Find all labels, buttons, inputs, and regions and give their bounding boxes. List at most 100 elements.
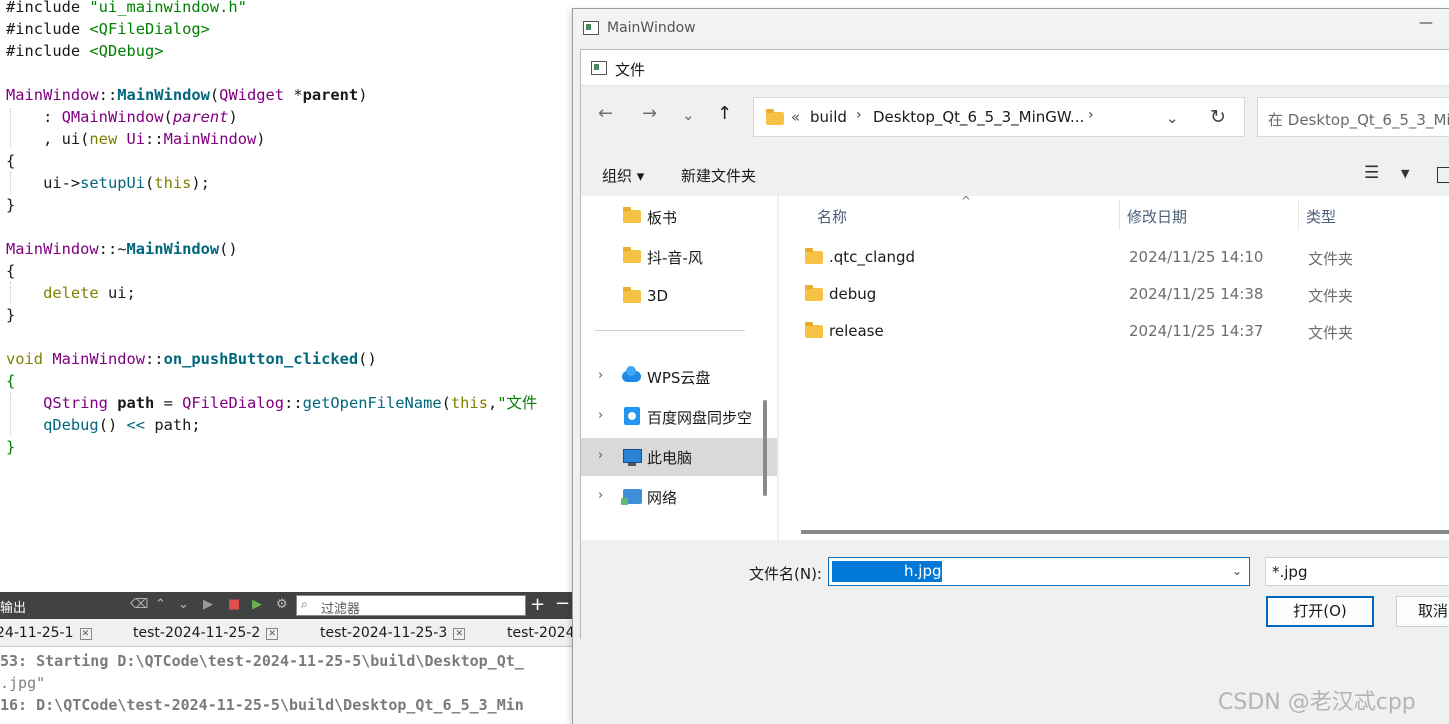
nav-item-folder[interactable]: 抖-音-风 xyxy=(581,238,777,276)
code-line: MainWindow::~MainWindow() xyxy=(6,240,238,258)
nav-scrollbar[interactable] xyxy=(763,400,767,496)
code-line: } xyxy=(6,196,16,214)
close-icon[interactable]: ✕ xyxy=(453,628,466,640)
minimize-button[interactable]: — xyxy=(1419,15,1433,31)
output-tab[interactable]: test-2024-11-25-3 ✕ xyxy=(320,625,466,641)
run-icon[interactable]: ▶ xyxy=(203,597,213,612)
open-button[interactable]: 打开(O) xyxy=(1266,596,1374,627)
folder-icon xyxy=(623,207,641,223)
code-line: , ui(new Ui::MainWindow) xyxy=(6,130,266,148)
column-divider[interactable] xyxy=(1119,200,1120,230)
view-dropdown-icon[interactable]: ▼ xyxy=(1401,167,1409,180)
folder-icon xyxy=(805,322,823,338)
main-window: MainWindow — 文件 ← → ⌄ ↑ « build › Deskto… xyxy=(572,8,1449,724)
forward-icon[interactable]: → xyxy=(642,103,657,124)
nav-item-label: 3D xyxy=(647,287,669,305)
folder-icon xyxy=(805,285,823,301)
file-row[interactable]: .qtc_clangd 2024/11/25 14:10 文件夹 xyxy=(779,240,1449,277)
up-arrow-icon[interactable]: ↑ xyxy=(717,103,732,124)
command-bar: 组织 ▾ 新建文件夹 ☰ ▼ xyxy=(581,154,1449,194)
code-line: } xyxy=(6,438,16,456)
new-folder-button[interactable]: 新建文件夹 xyxy=(681,165,756,186)
nav-item-label: WPS云盘 xyxy=(647,369,711,387)
filename-label: 文件名(N): xyxy=(749,565,822,583)
main-window-title: MainWindow xyxy=(607,20,696,36)
nav-item-network[interactable]: › 网络 xyxy=(581,478,777,516)
column-header-name[interactable]: 名称 xyxy=(817,206,847,227)
file-name: release xyxy=(829,322,884,340)
code-editor[interactable]: #include "ui_mainwindow.h" #include <QFi… xyxy=(0,0,572,592)
nav-item-baidu-sync[interactable]: › 百度网盘同步空 xyxy=(581,398,777,436)
output-line: 16: D:\QTCode\test-2024-11-25-5\build\De… xyxy=(0,696,524,714)
file-list[interactable]: ^ 名称 修改日期 类型 .qtc_clangd 2024/11/25 14:1… xyxy=(779,196,1449,540)
chevron-down-icon[interactable]: ⌄ xyxy=(178,597,189,612)
output-tab-label: 24-11-25-1 xyxy=(0,625,74,641)
close-icon[interactable]: ✕ xyxy=(266,628,279,640)
filename-input[interactable]: h.jpg ⌄ xyxy=(828,557,1250,586)
chevron-up-icon[interactable]: ⌃ xyxy=(155,597,166,612)
breadcrumb-item[interactable]: Desktop_Qt_6_5_3_MinGW... xyxy=(873,108,1084,126)
output-log[interactable]: 53: Starting D:\QTCode\test-2024-11-25-5… xyxy=(0,647,572,724)
address-bar[interactable]: « build › Desktop_Qt_6_5_3_MinGW... › ⌄ … xyxy=(753,97,1245,137)
output-tab[interactable]: test-2024 xyxy=(507,625,575,641)
chevron-right-icon[interactable]: › xyxy=(598,488,603,503)
main-window-titlebar[interactable]: MainWindow — xyxy=(573,9,1449,41)
file-row[interactable]: release 2024/11/25 14:37 文件夹 xyxy=(779,314,1449,351)
close-icon[interactable]: ✕ xyxy=(79,628,92,640)
nav-item-folder[interactable]: 板书 xyxy=(581,198,777,236)
chevron-right-icon[interactable]: › xyxy=(598,448,603,463)
breadcrumb-overflow[interactable]: « xyxy=(791,108,800,126)
output-tab[interactable]: test-2024-11-25-2 ✕ xyxy=(133,625,279,641)
minus-icon[interactable]: − xyxy=(555,593,570,614)
search-input[interactable]: 在 Desktop_Qt_6_5_3_Mi... xyxy=(1257,97,1449,137)
output-tab-label: test-2024-11-25-3 xyxy=(320,625,448,641)
recent-chevron-down-icon[interactable]: ⌄ xyxy=(682,106,695,124)
baidu-netdisk-icon xyxy=(624,407,640,425)
column-header-modified[interactable]: 修改日期 xyxy=(1127,206,1187,227)
breadcrumb-item[interactable]: build xyxy=(810,108,847,126)
file-type-filter[interactable]: *.jpg xyxy=(1265,557,1449,586)
nav-item-wps-cloud[interactable]: › WPS云盘 xyxy=(581,358,777,396)
code-line: qDebug() << path; xyxy=(43,416,201,434)
output-tabs: 24-11-25-1 ✕ test-2024-11-25-2 ✕ test-2024… xyxy=(0,619,575,647)
cancel-button[interactable]: 取消 xyxy=(1396,596,1449,627)
filename-value: h.jpg xyxy=(904,562,942,580)
column-header-type[interactable]: 类型 xyxy=(1306,206,1336,227)
chevron-right-icon[interactable]: › xyxy=(856,107,862,123)
stop-icon[interactable]: ■ xyxy=(228,597,240,612)
chevron-down-icon[interactable]: ⌄ xyxy=(1166,109,1179,127)
clean-icon[interactable]: ⌫ xyxy=(130,597,148,612)
debug-run-icon[interactable]: ▶ xyxy=(252,597,262,612)
output-line: 53: Starting D:\QTCode\test-2024-11-25-5… xyxy=(0,652,524,670)
nav-item-folder[interactable]: 3D xyxy=(581,278,777,316)
nav-item-label: 板书 xyxy=(647,209,678,227)
file-dialog-titlebar[interactable]: 文件 xyxy=(581,50,1449,86)
file-row[interactable]: debug 2024/11/25 14:38 文件夹 xyxy=(779,277,1449,314)
code-line: #include <QDebug> xyxy=(6,42,164,60)
view-list-icon[interactable]: ☰ xyxy=(1364,163,1379,183)
chevron-right-icon[interactable]: › xyxy=(598,408,603,423)
chevron-down-icon[interactable]: ⌄ xyxy=(1232,564,1242,578)
file-modified: 2024/11/25 14:37 xyxy=(1129,322,1264,340)
file-type: 文件夹 xyxy=(1308,250,1354,268)
nav-item-this-pc[interactable]: › 此电脑 xyxy=(581,438,777,476)
preview-pane-icon[interactable] xyxy=(1437,167,1449,183)
chevron-right-icon[interactable]: › xyxy=(598,368,603,383)
code-line: QString path = QFileDialog::getOpenFileN… xyxy=(43,394,538,412)
output-filter-input[interactable]: ⌕ 过滤器 xyxy=(296,595,526,617)
file-type: 文件夹 xyxy=(1308,324,1354,342)
chevron-right-icon[interactable]: › xyxy=(1088,107,1094,123)
output-title: 输出 xyxy=(0,601,27,616)
gear-icon[interactable]: ⚙ xyxy=(276,597,288,612)
window-icon xyxy=(591,61,607,75)
column-divider[interactable] xyxy=(1298,200,1299,230)
refresh-icon[interactable]: ↻ xyxy=(1210,106,1226,128)
navigation-pane[interactable]: 板书 抖-音-风 3D › WPS云盘 › 百度网盘同步空 › 此电脑 › 网络 xyxy=(581,196,777,540)
add-icon[interactable]: + xyxy=(530,594,545,615)
organize-button[interactable]: 组织 ▾ xyxy=(602,165,644,186)
output-toolbar: 输出 ⌫ ⌃ ⌄ ▶ ■ ▶ ⚙ ⌕ 过滤器 + − xyxy=(0,592,572,619)
horizontal-scrollbar[interactable] xyxy=(801,530,1449,534)
code-line: delete ui; xyxy=(43,284,136,302)
output-tab[interactable]: 24-11-25-1 ✕ xyxy=(0,625,92,641)
back-icon[interactable]: ← xyxy=(598,103,613,124)
